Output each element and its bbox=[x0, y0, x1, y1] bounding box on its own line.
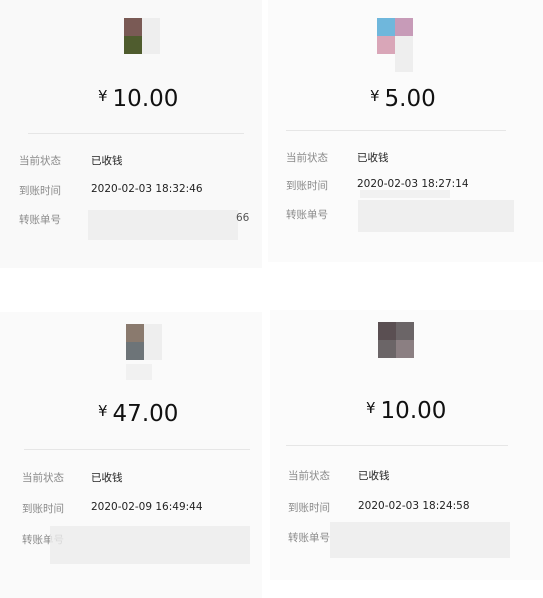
order-label: 转账单号 bbox=[288, 532, 330, 544]
status-label: 当前状态 bbox=[288, 470, 330, 482]
status-value: 已收钱 bbox=[358, 470, 390, 482]
order-value-redacted bbox=[358, 200, 514, 232]
order-value-redacted bbox=[50, 526, 250, 564]
order-value-redacted bbox=[330, 522, 510, 558]
time-label: 到账时间 bbox=[288, 502, 330, 514]
avatar bbox=[377, 18, 413, 72]
status-value: 已收钱 bbox=[357, 152, 389, 164]
divider bbox=[286, 130, 506, 131]
order-value-redacted bbox=[88, 210, 238, 240]
status-value: 已收钱 bbox=[91, 472, 123, 484]
time-value: 2020-02-09 16:49:44 bbox=[91, 501, 203, 513]
order-label: 转账单号 bbox=[286, 209, 328, 221]
amount: ¥10.00 bbox=[98, 86, 179, 112]
status-value: 已收钱 bbox=[91, 155, 123, 167]
name-redacted bbox=[126, 364, 152, 380]
time-label: 到账时间 bbox=[22, 503, 64, 515]
divider bbox=[286, 445, 508, 446]
time-value: 2020-02-03 18:27:14 bbox=[357, 178, 469, 190]
amount: ¥10.00 bbox=[366, 398, 447, 424]
avatar bbox=[378, 322, 414, 358]
receipt-card-1: ¥10.00 当前状态 已收钱 到账时间 2020-02-03 18:32:46… bbox=[0, 0, 262, 268]
time-value: 2020-02-03 18:24:58 bbox=[358, 500, 470, 512]
avatar bbox=[126, 324, 162, 360]
amount: ¥47.00 bbox=[98, 401, 179, 427]
status-label: 当前状态 bbox=[286, 152, 328, 164]
receipt-card-3: ¥47.00 当前状态 已收钱 到账时间 2020-02-09 16:49:44… bbox=[0, 312, 262, 598]
receipt-card-4: ¥10.00 当前状态 已收钱 到账时间 2020-02-03 18:24:58… bbox=[270, 310, 543, 580]
divider bbox=[28, 133, 244, 134]
time-label: 到账时间 bbox=[19, 185, 61, 197]
receipt-card-2: ¥5.00 当前状态 已收钱 到账时间 2020-02-03 18:27:14 … bbox=[268, 0, 543, 262]
blur-overlay bbox=[360, 190, 450, 198]
status-label: 当前状态 bbox=[22, 472, 64, 484]
time-label: 到账时间 bbox=[286, 180, 328, 192]
order-label: 转账单号 bbox=[19, 214, 61, 226]
divider bbox=[24, 449, 250, 450]
amount: ¥5.00 bbox=[370, 86, 436, 112]
order-value-fragment: 66 bbox=[236, 212, 250, 224]
time-value: 2020-02-03 18:32:46 bbox=[91, 183, 203, 195]
avatar bbox=[124, 18, 160, 54]
status-label: 当前状态 bbox=[19, 155, 61, 167]
